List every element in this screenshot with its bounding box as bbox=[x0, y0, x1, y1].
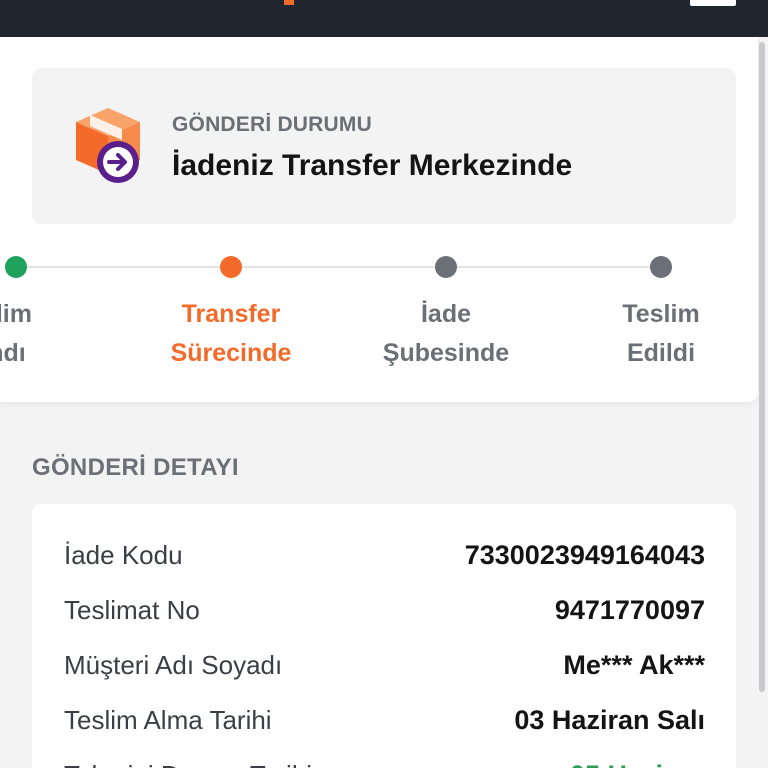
detail-label: Müşteri Adı Soyadı bbox=[64, 649, 283, 680]
detail-label: Teslimat No bbox=[64, 594, 200, 625]
detail-value: Me*** Ak*** bbox=[563, 649, 705, 680]
top-header-bar bbox=[0, 0, 768, 37]
detail-row-customer-name: Müşteri Adı Soyadı Me*** Ak*** bbox=[64, 645, 705, 685]
step-connector bbox=[242, 266, 435, 268]
step-connector bbox=[457, 266, 650, 268]
detail-label: Tahmini Devam Tarihi bbox=[64, 760, 312, 768]
shipment-status-section: GÖNDERİ DURUMU İadeniz Transfer Merkezin… bbox=[0, 37, 758, 402]
detail-row-delivery-no: Teslimat No 9471770097 bbox=[64, 590, 705, 630]
detail-value: 9471770097 bbox=[554, 594, 705, 625]
step-label-iade-subesinde: İade Şubesinde bbox=[382, 300, 510, 367]
step-dot-teslim-alindi bbox=[5, 256, 27, 278]
step-dot-teslim-edildi bbox=[650, 256, 672, 278]
status-title: İadeniz Transfer Merkezinde bbox=[172, 149, 573, 182]
detail-row-estimated-date: Tahmini Devam Tarihi 05 Haziran bbox=[64, 755, 705, 768]
hamburger-menu-icon[interactable] bbox=[690, 0, 736, 6]
detail-value: 03 Haziran Salı bbox=[514, 704, 705, 735]
detail-row-return-code: İade Kodu 7330023949164043 bbox=[64, 535, 705, 575]
status-kicker: GÖNDERİ DURUMU bbox=[172, 113, 372, 136]
step-label-teslim-alindi: eslimlındı bbox=[0, 300, 32, 367]
detail-label: Teslim Alma Tarihi bbox=[64, 704, 272, 735]
detail-value: 05 Haziran bbox=[570, 760, 705, 768]
detail-value: 7330023949164043 bbox=[464, 539, 705, 570]
step-dot-transfer-surecinde bbox=[220, 256, 242, 278]
brand-logo-accent bbox=[284, 0, 294, 5]
step-dot-iade-subesinde bbox=[435, 256, 457, 278]
step-label-teslim-edildi: Teslim Edildi bbox=[622, 300, 700, 367]
status-card: GÖNDERİ DURUMU İadeniz Transfer Merkezin… bbox=[32, 68, 736, 224]
package-return-icon bbox=[76, 108, 140, 183]
page-scrollbar[interactable] bbox=[759, 42, 765, 692]
step-label-transfer-surecinde: Transfer Sürecinde bbox=[170, 300, 292, 367]
step-connector bbox=[27, 266, 220, 268]
shipment-details-card: İade Kodu 7330023949164043 Teslimat No 9… bbox=[32, 504, 736, 768]
detail-row-pickup-date: Teslim Alma Tarihi 03 Haziran Salı bbox=[64, 700, 705, 740]
details-section-title: GÖNDERİ DETAYI bbox=[32, 454, 239, 481]
shipment-progress-stepper: eslimlındı TransferSürecinde İadeŞubesin… bbox=[0, 249, 758, 379]
detail-label: İade Kodu bbox=[64, 539, 183, 570]
